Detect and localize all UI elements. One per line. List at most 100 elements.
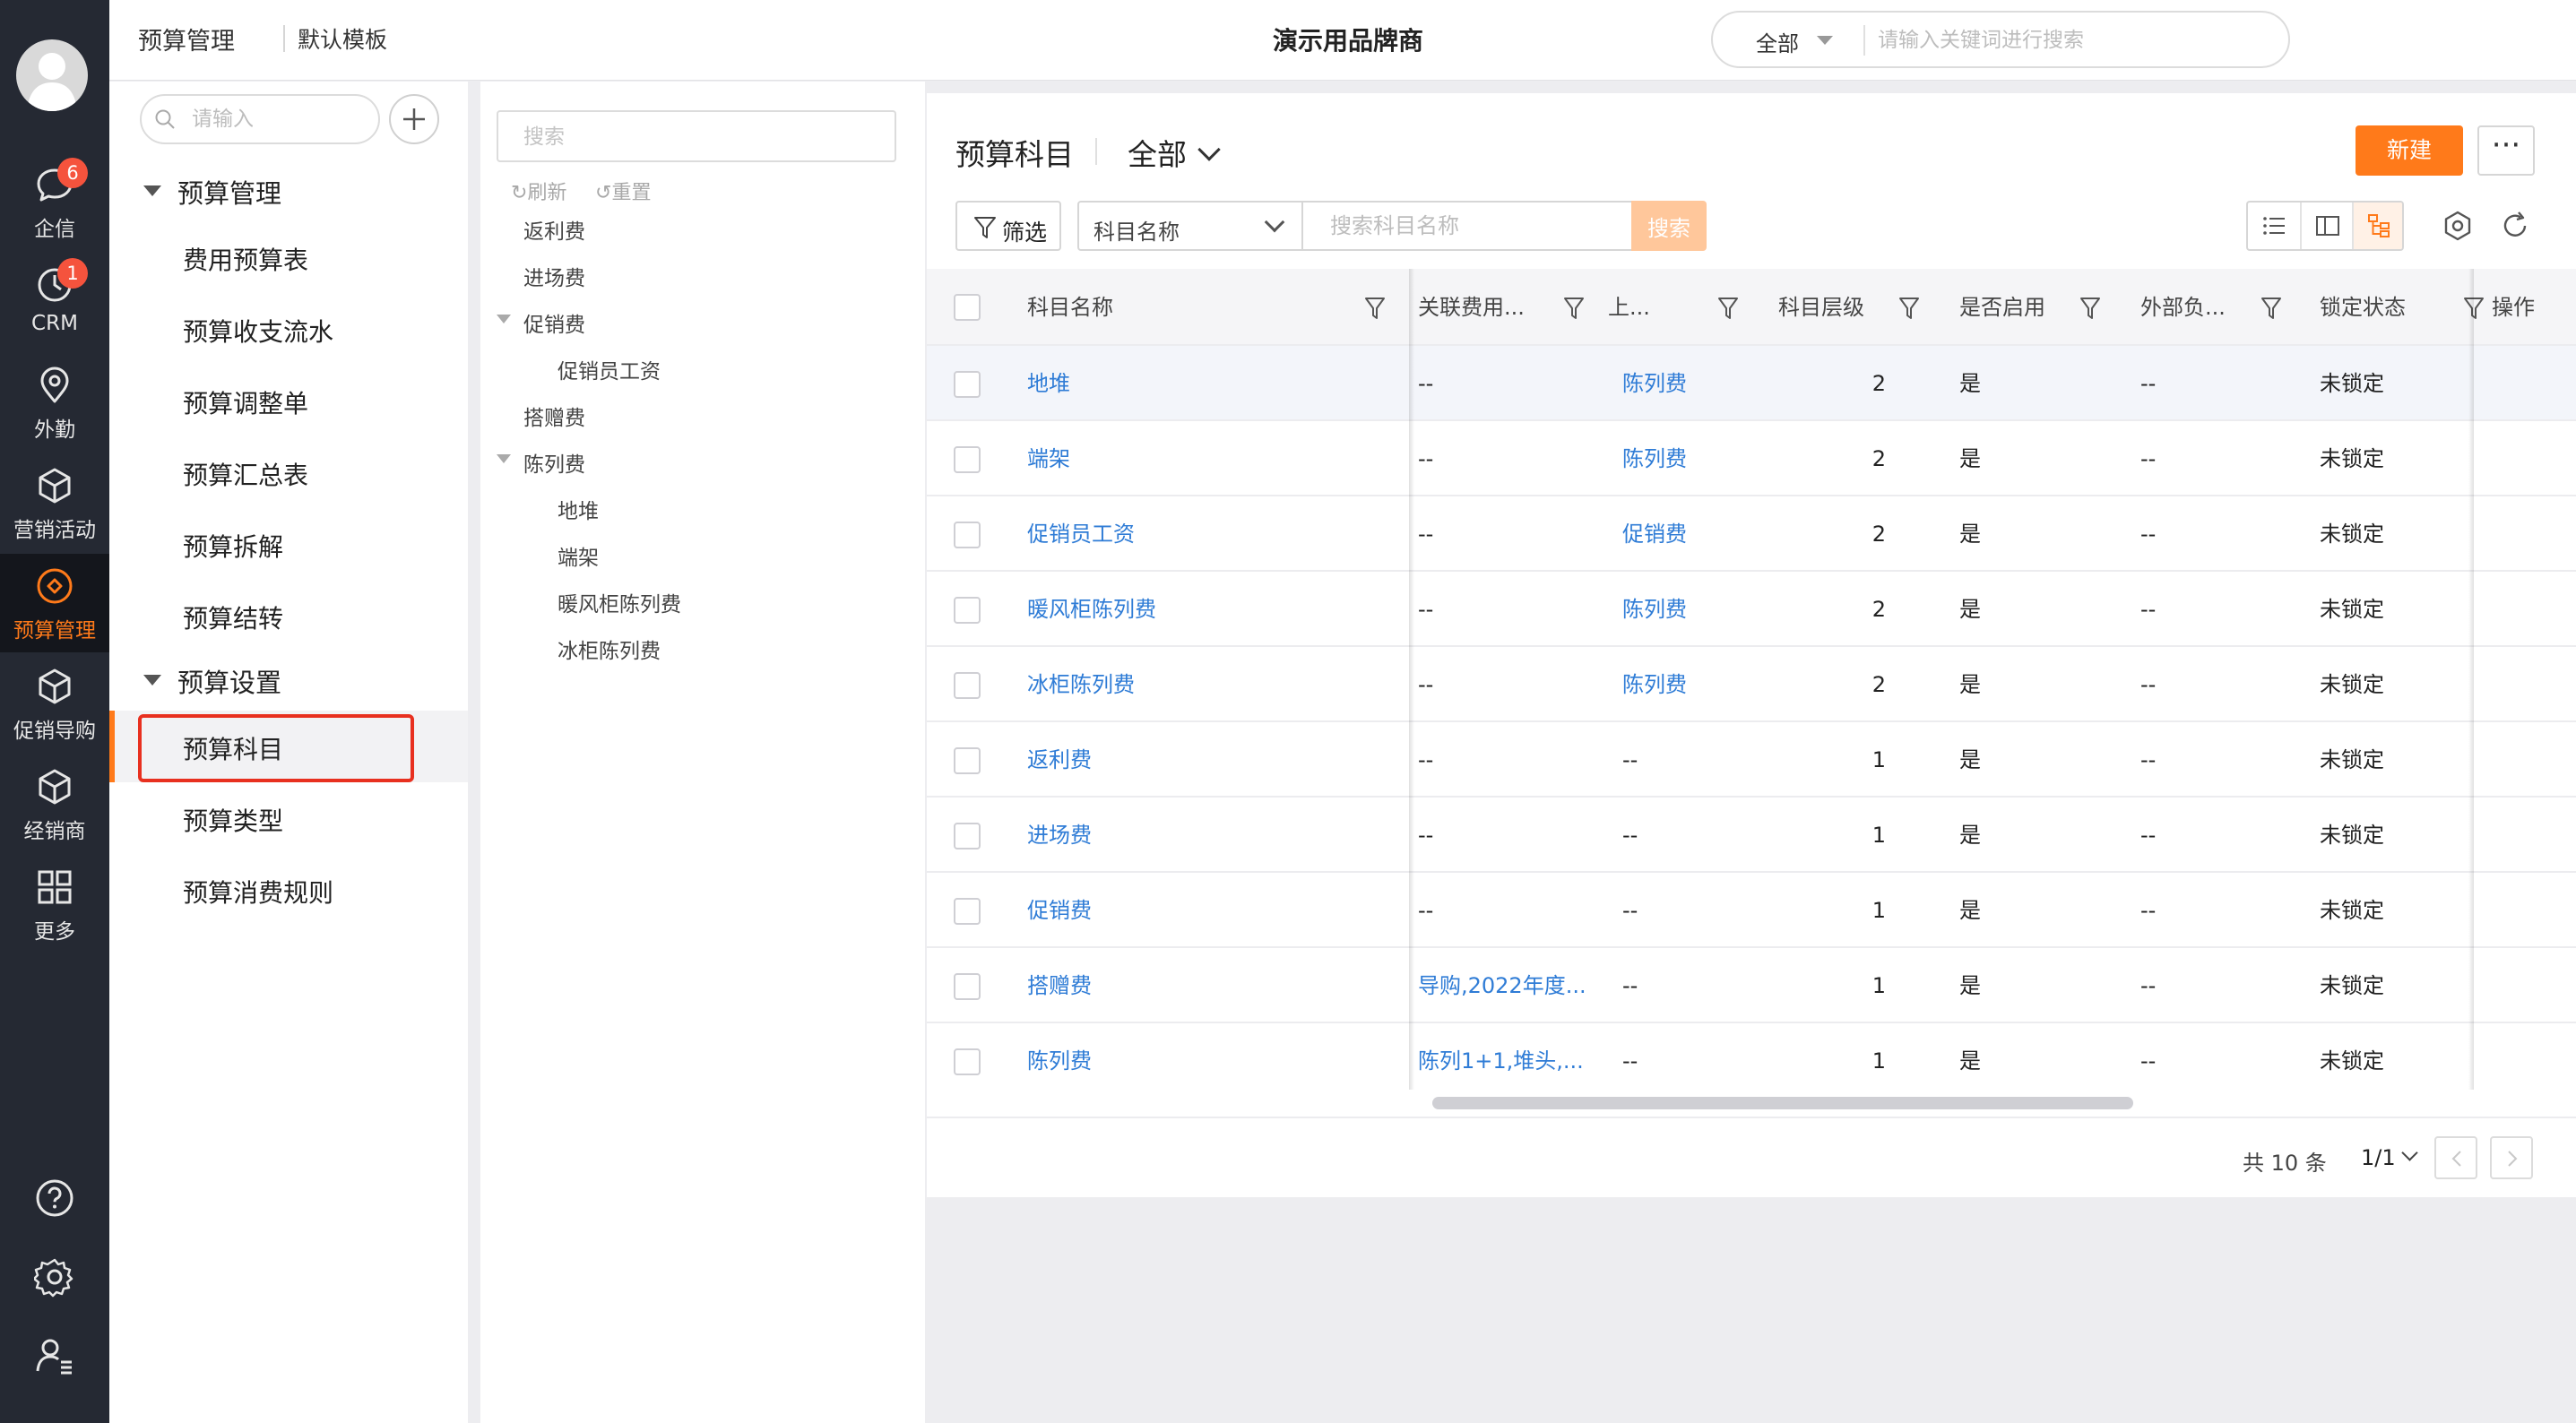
nav-search-input[interactable] <box>192 105 371 134</box>
table-row[interactable]: 促销费 -- -- 1 是 -- 未锁定 <box>927 873 2576 948</box>
rail-item-6[interactable]: 经销商 <box>0 755 109 853</box>
rail-item-7[interactable]: 更多 <box>0 855 109 953</box>
list-view-button[interactable] <box>2248 203 2300 249</box>
avatar[interactable] <box>16 39 88 111</box>
row-checkbox[interactable] <box>954 522 981 548</box>
refresh-icon[interactable] <box>2497 208 2533 244</box>
tree-refresh-button[interactable]: ↻刷新 <box>511 177 566 205</box>
nav-item[interactable]: 费用预算表 <box>109 221 468 293</box>
table-row[interactable]: 暖风柜陈列费 -- 陈列费 2 是 -- 未锁定 <box>927 572 2576 647</box>
settings-gear-icon[interactable] <box>34 1256 75 1298</box>
user-settings-icon[interactable] <box>34 1335 75 1376</box>
row-checkbox[interactable] <box>954 371 981 398</box>
table-row[interactable]: 端架 -- 陈列费 2 是 -- 未锁定 <box>927 421 2576 496</box>
cell-name[interactable]: 暖风柜陈列费 <box>1027 572 1359 647</box>
cell-name[interactable]: 进场费 <box>1027 798 1359 873</box>
keyword-search-input[interactable] <box>1303 201 1638 251</box>
select-all-checkbox[interactable] <box>954 294 981 321</box>
cell-name[interactable]: 促销员工资 <box>1027 496 1359 572</box>
rail-item-5[interactable]: 促销导购 <box>0 654 109 753</box>
scrollbar-thumb[interactable] <box>1432 1097 2133 1109</box>
row-checkbox[interactable] <box>954 672 981 699</box>
table-row[interactable]: 促销员工资 -- 促销费 2 是 -- 未锁定 <box>927 496 2576 572</box>
help-icon[interactable] <box>34 1177 75 1219</box>
column-filter-icon[interactable] <box>2463 296 2485 321</box>
global-search-input[interactable] <box>1878 23 2272 57</box>
new-button[interactable]: 新建 <box>2356 125 2463 176</box>
row-checkbox[interactable] <box>954 973 981 1000</box>
horizontal-scrollbar[interactable] <box>927 1090 2576 1117</box>
cell-parent[interactable]: 陈列费 <box>1622 647 1730 722</box>
nav-group[interactable]: 预算设置 <box>109 651 468 705</box>
column-filter-icon[interactable] <box>2079 296 2101 321</box>
rail-item-4[interactable]: 预算管理 <box>0 554 109 652</box>
row-checkbox[interactable] <box>954 446 981 473</box>
module-title[interactable]: 预算管理 <box>138 22 235 56</box>
column-filter-icon[interactable] <box>2260 296 2282 321</box>
column-filter-icon[interactable] <box>1717 296 1739 321</box>
table-row[interactable]: 搭赠费 导购,2022年度... -- 1 是 -- 未锁定 <box>927 948 2576 1023</box>
tree-reset-button[interactable]: ↺重置 <box>595 177 651 205</box>
nav-item[interactable]: 预算收支流水 <box>109 293 468 365</box>
cell-related[interactable]: 导购,2022年度... <box>1418 948 1588 1023</box>
nav-item[interactable]: 预算汇总表 <box>109 436 468 508</box>
column-header[interactable]: 科目层级 <box>1778 269 1958 344</box>
cell-parent[interactable]: 陈列费 <box>1622 572 1730 647</box>
table-row[interactable]: 冰柜陈列费 -- 陈列费 2 是 -- 未锁定 <box>927 647 2576 722</box>
nav-item[interactable]: 预算拆解 <box>109 508 468 580</box>
row-checkbox[interactable] <box>954 747 981 774</box>
column-filter-icon[interactable] <box>1563 296 1585 321</box>
table-row[interactable]: 返利费 -- -- 1 是 -- 未锁定 <box>927 722 2576 798</box>
nav-item[interactable]: 预算类型 <box>109 782 468 854</box>
search-scope-select[interactable]: 全部 <box>1756 26 1799 57</box>
nav-item[interactable]: 预算消费规则 <box>109 854 468 926</box>
rail-item-2[interactable]: 外勤 <box>0 353 109 452</box>
chevron-down-icon[interactable] <box>1197 138 1221 161</box>
search-button[interactable]: 搜索 <box>1631 201 1707 251</box>
scope-select[interactable]: 全部 <box>1128 131 1187 174</box>
column-settings-icon[interactable] <box>2440 208 2476 244</box>
search-field-select[interactable]: 科目名称 <box>1077 201 1303 251</box>
rail-item-1[interactable]: CRM 1 <box>0 253 109 351</box>
column-header[interactable]: 科目名称 <box>1027 269 1206 344</box>
nav-item[interactable]: 预算调整单 <box>109 365 468 436</box>
page-select[interactable]: 1/1 <box>2361 1145 2396 1170</box>
cell-name[interactable]: 返利费 <box>1027 722 1359 798</box>
cell-name[interactable]: 陈列费 <box>1027 1023 1359 1091</box>
column-header[interactable]: 外部负... <box>2140 269 2320 344</box>
split-view-button[interactable] <box>2300 203 2352 249</box>
caret-down-icon[interactable] <box>497 315 511 323</box>
row-checkbox[interactable] <box>954 597 981 624</box>
column-header[interactable]: 上... <box>1608 269 1787 344</box>
column-header[interactable]: 操作 <box>2492 269 2572 344</box>
cell-name[interactable]: 端架 <box>1027 421 1359 496</box>
more-button[interactable]: ··· <box>2477 125 2535 176</box>
cell-name[interactable]: 冰柜陈列费 <box>1027 647 1359 722</box>
add-nav-button[interactable] <box>389 94 439 144</box>
template-name[interactable]: 默认模板 <box>298 22 387 55</box>
row-checkbox[interactable] <box>954 823 981 849</box>
table-row[interactable]: 进场费 -- -- 1 是 -- 未锁定 <box>927 798 2576 873</box>
caret-down-icon[interactable] <box>497 454 511 463</box>
chevron-down-icon[interactable] <box>2401 1144 2418 1161</box>
filter-button[interactable]: 筛选 <box>955 201 1061 251</box>
cell-name[interactable]: 促销费 <box>1027 873 1359 948</box>
nav-item[interactable]: 预算结转 <box>109 580 468 651</box>
nav-group[interactable]: 预算管理 <box>109 162 468 216</box>
cell-name[interactable]: 地堆 <box>1027 346 1359 421</box>
rail-item-3[interactable]: 营销活动 <box>0 453 109 552</box>
nav-item[interactable]: 预算科目 <box>109 711 468 782</box>
cell-parent[interactable]: 促销费 <box>1622 496 1730 572</box>
cell-name[interactable]: 搭赠费 <box>1027 948 1359 1023</box>
column-filter-icon[interactable] <box>1364 296 1386 321</box>
cell-parent[interactable]: 陈列费 <box>1622 346 1730 421</box>
column-header[interactable]: 是否启用 <box>1959 269 2139 344</box>
next-page-button[interactable] <box>2490 1136 2533 1179</box>
row-checkbox[interactable] <box>954 1048 981 1075</box>
cell-related[interactable]: 陈列1+1,堆头,... <box>1418 1023 1588 1091</box>
cell-parent[interactable]: 陈列费 <box>1622 421 1730 496</box>
tree-view-button[interactable] <box>2352 203 2402 249</box>
prev-page-button[interactable] <box>2434 1136 2477 1179</box>
caret-down-icon[interactable] <box>1817 36 1833 45</box>
row-checkbox[interactable] <box>954 898 981 925</box>
